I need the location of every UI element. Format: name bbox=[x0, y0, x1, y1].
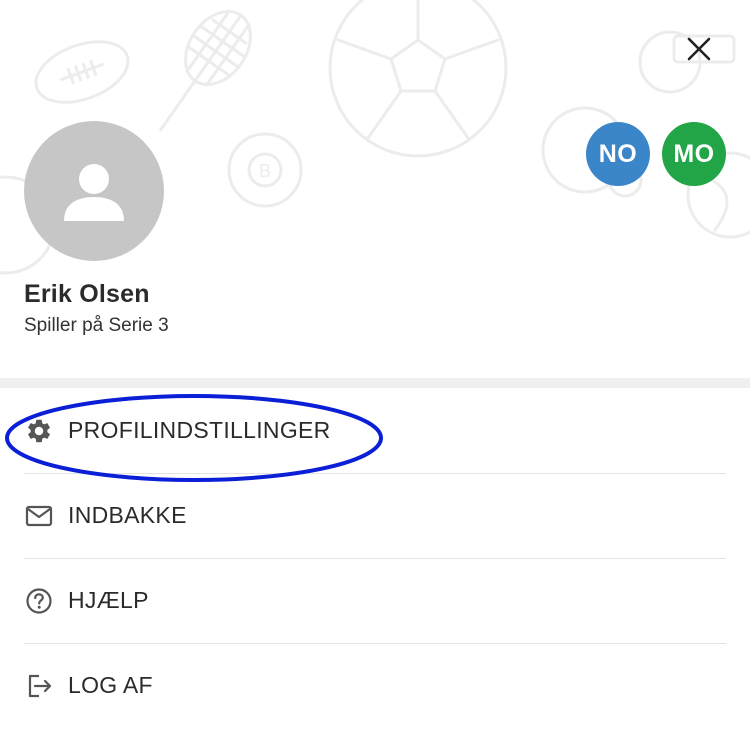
close-icon bbox=[687, 37, 711, 61]
section-divider bbox=[0, 378, 750, 388]
menu-item-label: INDBAKKE bbox=[68, 502, 187, 528]
team-chip-label: MO bbox=[673, 139, 715, 168]
user-role: Spiller på Serie 3 bbox=[24, 315, 169, 336]
svg-text:B: B bbox=[259, 161, 271, 181]
menu-item-logout[interactable]: LOG AF bbox=[0, 643, 750, 728]
team-chip-mo[interactable]: MO bbox=[662, 122, 726, 186]
team-chip-label: NO bbox=[598, 139, 638, 168]
mail-icon bbox=[24, 501, 54, 531]
menu-item-label: PROFILINDSTILLINGER bbox=[68, 417, 331, 443]
gear-icon bbox=[24, 416, 54, 446]
profile-header: B Erik Olsen Spiller på Serie 3 NO MO bbox=[0, 0, 750, 378]
menu-item-help[interactable]: HJÆLP bbox=[0, 558, 750, 643]
menu-item-label: HJÆLP bbox=[68, 587, 149, 613]
account-menu: PROFILINDSTILLINGER INDBAKKE HJÆLP LOG A… bbox=[0, 388, 750, 728]
menu-item-profile-settings[interactable]: PROFILINDSTILLINGER bbox=[0, 388, 750, 473]
menu-item-label: LOG AF bbox=[68, 672, 153, 698]
avatar[interactable] bbox=[24, 121, 164, 261]
help-icon bbox=[24, 586, 54, 616]
person-icon bbox=[64, 164, 124, 221]
team-chip-no[interactable]: NO bbox=[586, 122, 650, 186]
close-button[interactable] bbox=[680, 30, 718, 68]
user-name: Erik Olsen bbox=[24, 280, 150, 308]
logout-icon bbox=[24, 671, 54, 701]
menu-item-inbox[interactable]: INDBAKKE bbox=[0, 473, 750, 558]
